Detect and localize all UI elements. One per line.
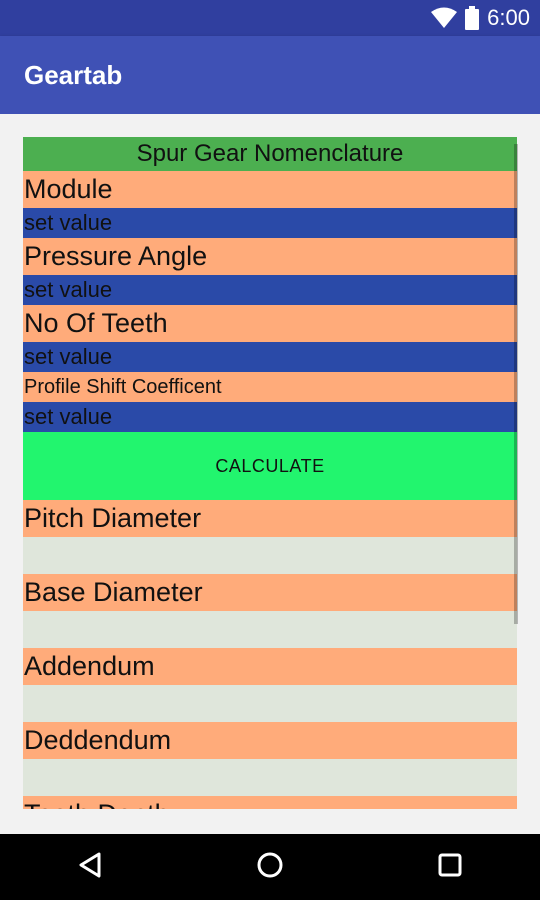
battery-icon xyxy=(465,6,480,30)
recents-button[interactable] xyxy=(420,837,480,897)
back-button[interactable] xyxy=(60,837,120,897)
pressure-angle-label: Pressure Angle xyxy=(23,238,517,275)
back-icon xyxy=(77,851,103,884)
form-header: Spur Gear Nomenclature xyxy=(23,137,517,171)
base-diameter-value xyxy=(23,611,517,648)
pressure-angle-input[interactable]: set value xyxy=(23,275,517,305)
status-bar: 6:00 xyxy=(0,0,540,36)
teeth-label: No Of Teeth xyxy=(23,305,517,342)
module-input-placeholder: set value xyxy=(24,210,113,235)
wifi-icon xyxy=(431,7,458,29)
profile-shift-input-placeholder: set value xyxy=(24,404,113,429)
calculate-button[interactable]: CALCULATE xyxy=(23,432,517,500)
scrollbar[interactable] xyxy=(514,144,518,624)
content-area[interactable]: Spur Gear Nomenclature Module set value … xyxy=(0,114,540,834)
deddendum-value xyxy=(23,759,517,796)
addendum-value xyxy=(23,685,517,722)
pitch-diameter-value xyxy=(23,537,517,574)
addendum-label: Addendum xyxy=(23,648,517,685)
home-button[interactable] xyxy=(240,837,300,897)
teeth-input[interactable]: set value xyxy=(23,342,517,372)
profile-shift-input[interactable]: set value xyxy=(23,402,517,432)
module-label: Module xyxy=(23,171,517,208)
home-icon xyxy=(256,851,284,884)
app-title: Geartab xyxy=(24,59,123,90)
profile-shift-label: Profile Shift Coefficent xyxy=(23,372,517,402)
recents-icon xyxy=(438,853,462,882)
app-bar: Geartab xyxy=(0,36,540,114)
pressure-angle-input-placeholder: set value xyxy=(24,277,113,302)
navigation-bar xyxy=(0,834,540,900)
module-input[interactable]: set value xyxy=(23,208,517,238)
deddendum-label: Deddendum xyxy=(23,722,517,759)
teeth-depth-label: Teeth Depth xyxy=(23,796,517,809)
base-diameter-label: Base Diameter xyxy=(23,574,517,611)
gear-form-list[interactable]: Spur Gear Nomenclature Module set value … xyxy=(23,137,517,809)
pitch-diameter-label: Pitch Diameter xyxy=(23,500,517,537)
teeth-input-placeholder: set value xyxy=(24,344,113,369)
status-time: 6:00 xyxy=(487,5,530,30)
